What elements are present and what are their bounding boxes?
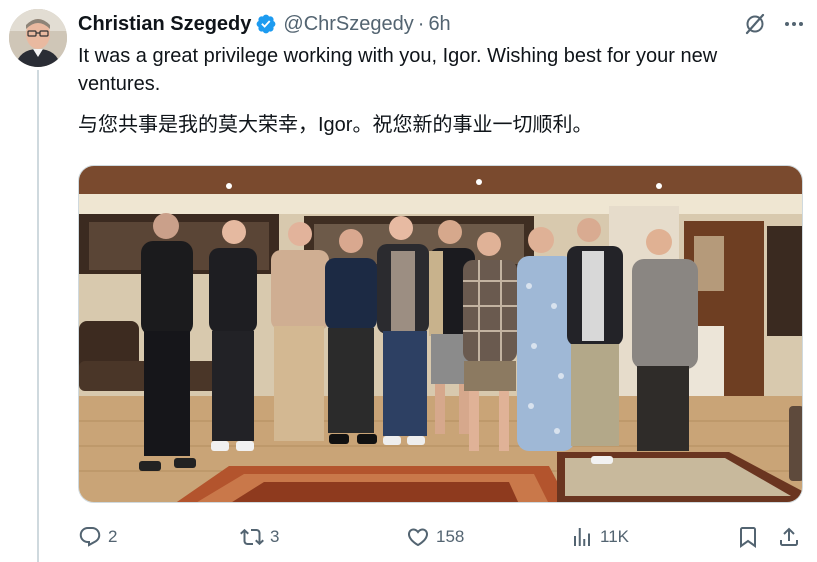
more-icon[interactable] xyxy=(781,12,807,36)
bookmark-icon xyxy=(740,527,756,548)
reply-button[interactable]: 2 xyxy=(78,519,117,555)
like-button[interactable]: 158 xyxy=(406,519,464,555)
repost-button[interactable]: 3 xyxy=(240,519,279,555)
author-name[interactable]: Christian Szegedy xyxy=(78,13,251,36)
thread-line xyxy=(37,70,39,562)
views-count: 11K xyxy=(600,527,629,546)
separator: · xyxy=(417,12,425,35)
reply-count: 2 xyxy=(108,527,118,546)
grok-icon[interactable] xyxy=(743,12,767,36)
views-button[interactable]: 11K xyxy=(570,519,629,555)
views-icon xyxy=(574,528,590,546)
action-bar: 2 3 158 11K xyxy=(78,519,804,555)
repost-count: 3 xyxy=(270,527,280,546)
tweet-text-chinese: 与您共事是我的莫大荣幸，Igor。祝您新的事业一切顺利。 xyxy=(78,114,593,136)
share-icon xyxy=(780,527,798,546)
author-handle[interactable]: @ChrSzegedy xyxy=(283,13,413,36)
bookmark-button[interactable] xyxy=(736,519,760,555)
like-icon xyxy=(407,528,429,547)
verified-badge-icon[interactable] xyxy=(255,13,277,35)
like-count: 158 xyxy=(436,527,465,546)
tweet-photo[interactable] xyxy=(78,165,803,503)
timestamp[interactable]: 6h xyxy=(428,13,450,36)
tweet-text-english: It was a great privilege working with yo… xyxy=(78,45,718,95)
reply-icon xyxy=(79,527,101,547)
tweet-header: Christian Szegedy @ChrSzegedy · 6h xyxy=(78,10,807,38)
share-button[interactable] xyxy=(777,519,801,555)
repost-icon xyxy=(240,528,264,546)
avatar[interactable] xyxy=(9,9,67,67)
